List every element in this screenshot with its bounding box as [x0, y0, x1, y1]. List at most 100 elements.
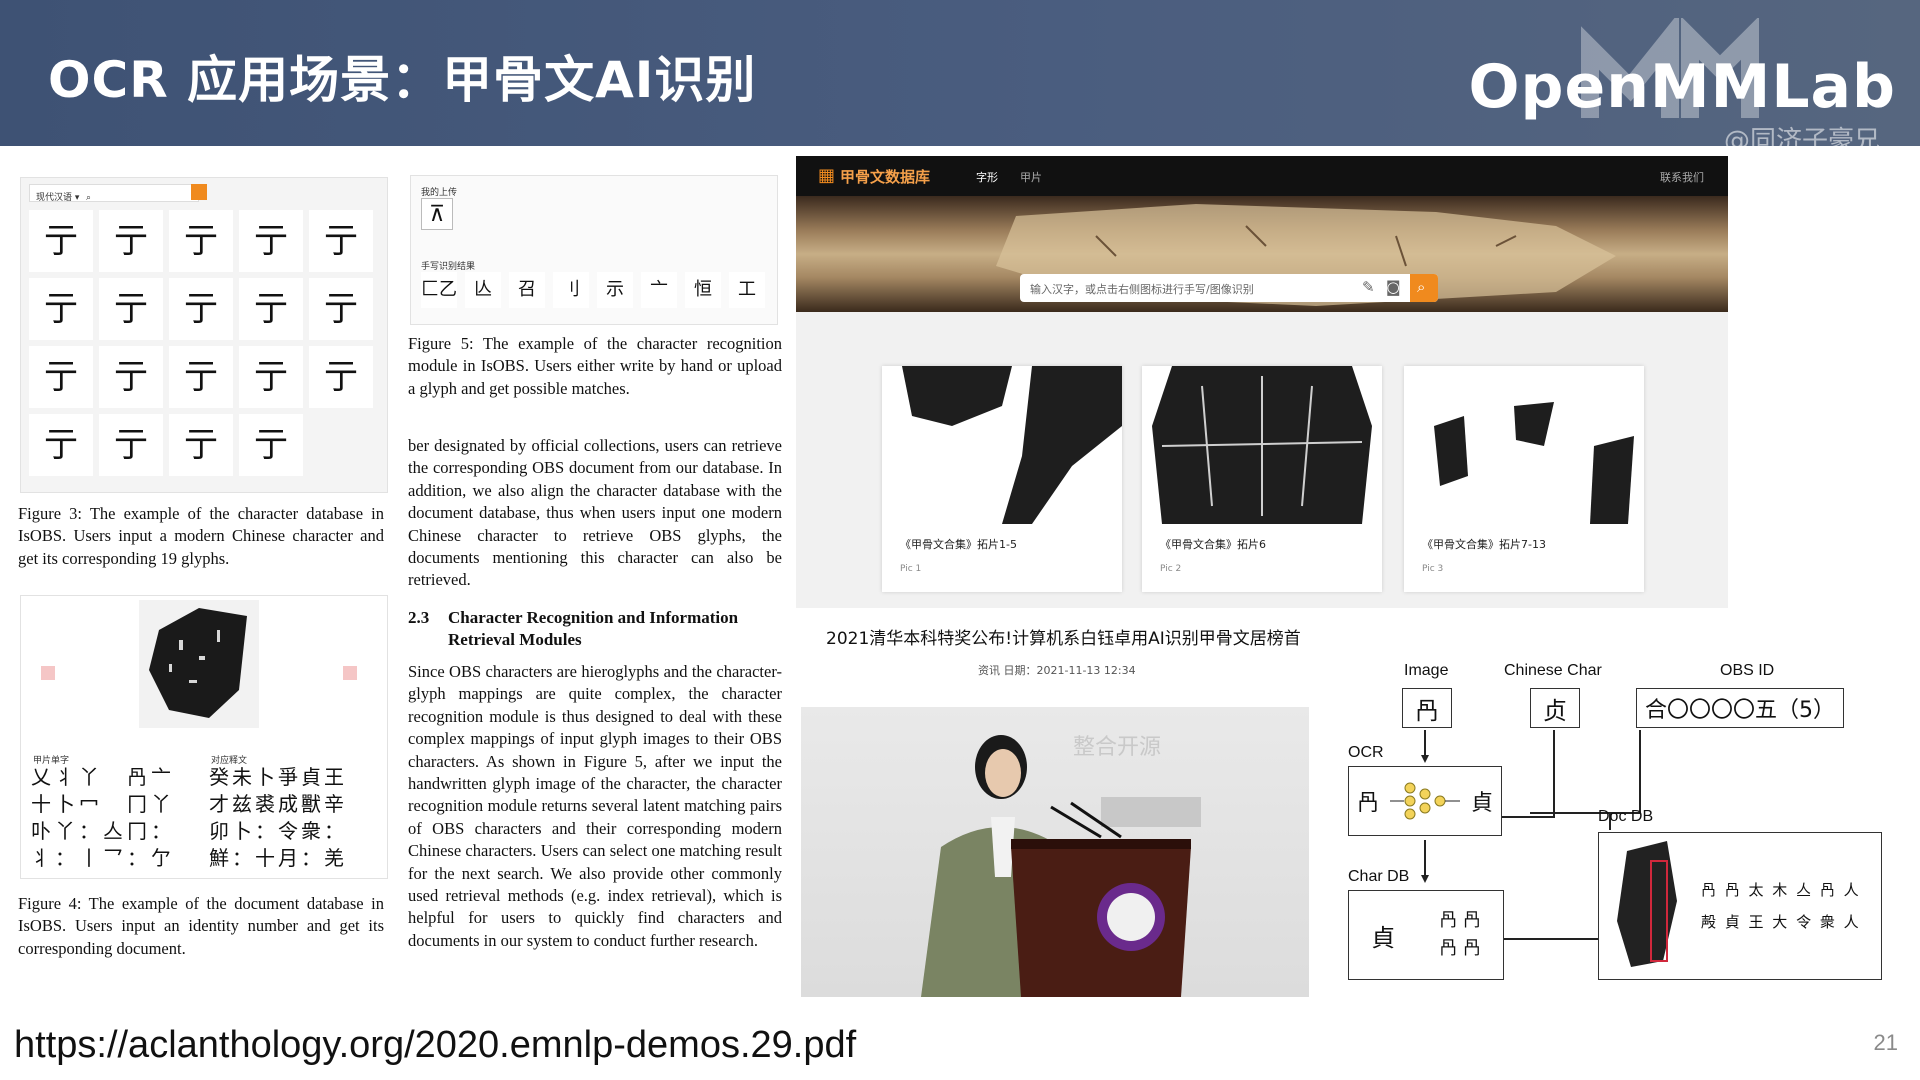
glyph-cell[interactable]: 亍 — [169, 414, 233, 476]
diagram-image-box: 冎 — [1402, 688, 1452, 728]
glyph-cell[interactable]: 亍 — [99, 346, 163, 408]
fig4-row: 鮮：十月：羌 — [209, 846, 347, 870]
fig5-caption: Figure 5: The example of the character r… — [408, 334, 782, 398]
fig5-recognition-module: 我的上传 ⊼ 手写识别结果 匚乙亾召刂示亠恒工 — [410, 175, 778, 325]
fig4-document-database: 甲片单字 对应释文 乂丬丫 冎亠 十卜冖 冂丫 卟丫：亼冂： 丬：丨乛：亇 癸未卜爭貞… — [20, 595, 388, 879]
rubbing-image — [1142, 366, 1382, 524]
recognition-result[interactable]: 匚乙 — [421, 272, 457, 308]
diagram-obs-id-box: 合〇〇〇〇五（5） — [1636, 688, 1844, 728]
glyph-cell[interactable]: 亍 — [239, 278, 303, 340]
glyph-cell[interactable]: 亍 — [169, 210, 233, 272]
search-icon: ⌕ — [1417, 278, 1426, 296]
ocr-input-glyph: 冎 — [1357, 791, 1380, 816]
backdrop-text: 整合开源 — [1073, 735, 1162, 760]
db-nav-glyph[interactable]: 字形 — [976, 169, 998, 185]
slide-title: OCR 应用场景：甲骨文AI识别 — [48, 51, 757, 109]
glyph-cell[interactable]: 亍 — [99, 278, 163, 340]
db-search-box[interactable]: 输入汉字，或点击右侧图标进行手写/图像识别 ✎ ◙ ⌕ — [1020, 274, 1438, 302]
diagram-label-char-db: Char DB — [1348, 868, 1410, 885]
rubbing-image — [1404, 366, 1644, 524]
db-navbar: ▦ 甲骨文数据库 字形 甲片 联系我们 — [796, 156, 1728, 196]
card-subtitle: Pic 2 — [1160, 564, 1182, 574]
card-subtitle: Pic 3 — [1422, 564, 1444, 574]
glyph-cell[interactable]: 亍 — [239, 346, 303, 408]
fig4-right-marker — [343, 666, 357, 680]
db-search-button[interactable]: ⌕ — [1410, 274, 1438, 302]
page-number: 21 — [1873, 1030, 1898, 1055]
glyph-cell[interactable]: 亍 — [309, 210, 373, 272]
ocr-output-glyph: 貞 — [1470, 791, 1493, 816]
glyph-cell[interactable]: 亍 — [169, 346, 233, 408]
db-nav-fragment[interactable]: 甲片 — [1020, 169, 1042, 185]
recognition-result[interactable]: 亠 — [641, 272, 677, 308]
author-watermark: @同济子豪兄 — [1723, 126, 1880, 156]
doc-db-row: 冎 冎 太 木 亼 冎 人 — [1701, 881, 1861, 899]
doc-db-rows: 冎 冎 太 木 亼 冎 人 殸 貞 王 大 令 衆 人 — [1701, 874, 1861, 938]
fig3-search-bar: 现代汉语 ▾ ⌕ — [29, 184, 199, 203]
diagram-label-doc-db: Doc DB — [1598, 808, 1654, 825]
recognition-result[interactable]: 刂 — [553, 272, 589, 308]
db-result-card[interactable]: 《甲骨文合集》拓片6 Pic 2 — [1142, 366, 1382, 592]
upload-glyph-box: ⊼ — [421, 198, 453, 230]
recognition-result[interactable]: 召 — [509, 272, 545, 308]
db-result-card[interactable]: 《甲骨文合集》拓片7-13 Pic 3 — [1404, 366, 1644, 592]
slide-header: OCR 应用场景：甲骨文AI识别 OpenMMLab — [0, 0, 1920, 146]
diagram-doc-db-box: 冎 冎 太 木 亼 冎 人 殸 貞 王 大 令 衆 人 — [1598, 832, 1882, 980]
glyph-cell[interactable]: 亍 — [239, 210, 303, 272]
fig4-row: 才兹裘成獸辛 — [209, 792, 347, 816]
news-photo: 整合开源 — [801, 707, 1309, 997]
card-title: 《甲骨文合集》拓片7-13 — [1422, 538, 1546, 551]
ocr-pipeline-diagram: Image Chinese Char OBS ID 冎 贞 合〇〇〇〇五（5） … — [1340, 650, 1900, 1010]
recognition-result[interactable]: 亾 — [465, 272, 501, 308]
glyph-cell[interactable]: 亍 — [29, 346, 93, 408]
glyph-cell[interactable]: 亍 — [99, 210, 163, 272]
openmmlab-logo: OpenMMLab — [1468, 52, 1896, 122]
recognition-result[interactable]: 工 — [729, 272, 765, 308]
db-nav-contact[interactable]: 联系我们 — [1660, 169, 1704, 185]
glyph-cell[interactable]: 亍 — [29, 278, 93, 340]
fig4-rubbing-image — [139, 600, 259, 728]
char-db-variants: 冎 冎冎 冎 — [1439, 910, 1481, 959]
glyph-cell[interactable]: 亍 — [29, 414, 93, 476]
fig3-glyph-grid: 亍亍亍亍亍亍亍亍亍亍亍亍亍亍亍亍亍亍亍 — [21, 202, 381, 484]
paper-body-paragraph-1: ber designated by official collections, … — [408, 436, 782, 590]
glyph-cell[interactable]: 亍 — [169, 278, 233, 340]
rubbing-image — [882, 366, 1122, 524]
recognition-result[interactable]: 示 — [597, 272, 633, 308]
diagram-label-image: Image — [1404, 662, 1449, 679]
glyph-cell[interactable]: 亍 — [29, 210, 93, 272]
handwriting-icon[interactable]: ✎ — [1362, 278, 1375, 296]
fig4-caption: Figure 4: The example of the document da… — [18, 894, 384, 958]
paper-body-paragraph-2: Since OBS characters are hieroglyphs and… — [408, 662, 782, 950]
news-headline: 2021清华本科特奖公布!计算机系白钰卓用AI识别甲骨文居榜首 — [826, 629, 1301, 649]
news-meta: 资讯 日期：2021-11-13 12:34 — [978, 664, 1136, 677]
diagram-label-obs-id: OBS ID — [1720, 662, 1775, 679]
diagram-chinese-char-box: 贞 — [1530, 688, 1580, 728]
paper-excerpt: 现代汉语 ▾ ⌕ 亍亍亍亍亍亍亍亍亍亍亍亍亍亍亍亍亍亍亍 Figure 3: T… — [14, 165, 784, 1005]
card-title: 《甲骨文合集》拓片1-5 — [900, 538, 1017, 551]
doc-rubbing-image — [1617, 841, 1677, 967]
db-logo-icon: ▦ — [818, 165, 836, 185]
card-subtitle: Pic 1 — [900, 564, 922, 574]
char-db-main-glyph: 貞 — [1371, 923, 1396, 952]
camera-icon[interactable]: ◙ — [1386, 278, 1401, 296]
speaker-at-podium-image — [921, 735, 1201, 997]
fig4-right-rows: 癸未卜爭貞王 才兹裘成獸辛 卯卜：令衆： 鮮：十月：羌 — [209, 764, 385, 872]
glyph-cell[interactable]: 亍 — [239, 414, 303, 476]
db-brand: 甲骨文数据库 — [840, 168, 931, 186]
fig4-row: 卯卜：令衆： — [209, 819, 347, 843]
recognition-result[interactable]: 恒 — [685, 272, 721, 308]
diagram-char-db-box: 貞 冎 冎冎 冎 — [1348, 890, 1504, 980]
db-result-card[interactable]: 《甲骨文合集》拓片1-5 Pic 1 — [882, 366, 1122, 592]
reference-link[interactable]: https://aclanthology.org/2020.emnlp-demo… — [14, 1024, 856, 1067]
glyph-cell[interactable]: 亍 — [309, 346, 373, 408]
glyph-cell[interactable]: 亍 — [309, 278, 373, 340]
glyph-cell[interactable]: 亍 — [99, 414, 163, 476]
oracle-bone-database-screenshot: ▦ 甲骨文数据库 字形 甲片 联系我们 输入汉字，或点击右侧图标进行手写/图像识… — [796, 156, 1728, 608]
card-title: 《甲骨文合集》拓片6 — [1160, 538, 1266, 551]
fig5-results: 匚乙亾召刂示亠恒工 — [421, 272, 765, 308]
section-heading: 2.3 Character Recognition and Informatio… — [408, 607, 782, 651]
fig4-left-glyphs: 乂丬丫 冎亠 十卜冖 冂丫 卟丫：亼冂： 丬：丨乛：亇 — [31, 765, 175, 870]
db-search-input[interactable]: 输入汉字，或点击右侧图标进行手写/图像识别 — [1030, 281, 1254, 297]
fig4-left-marker — [41, 666, 55, 680]
